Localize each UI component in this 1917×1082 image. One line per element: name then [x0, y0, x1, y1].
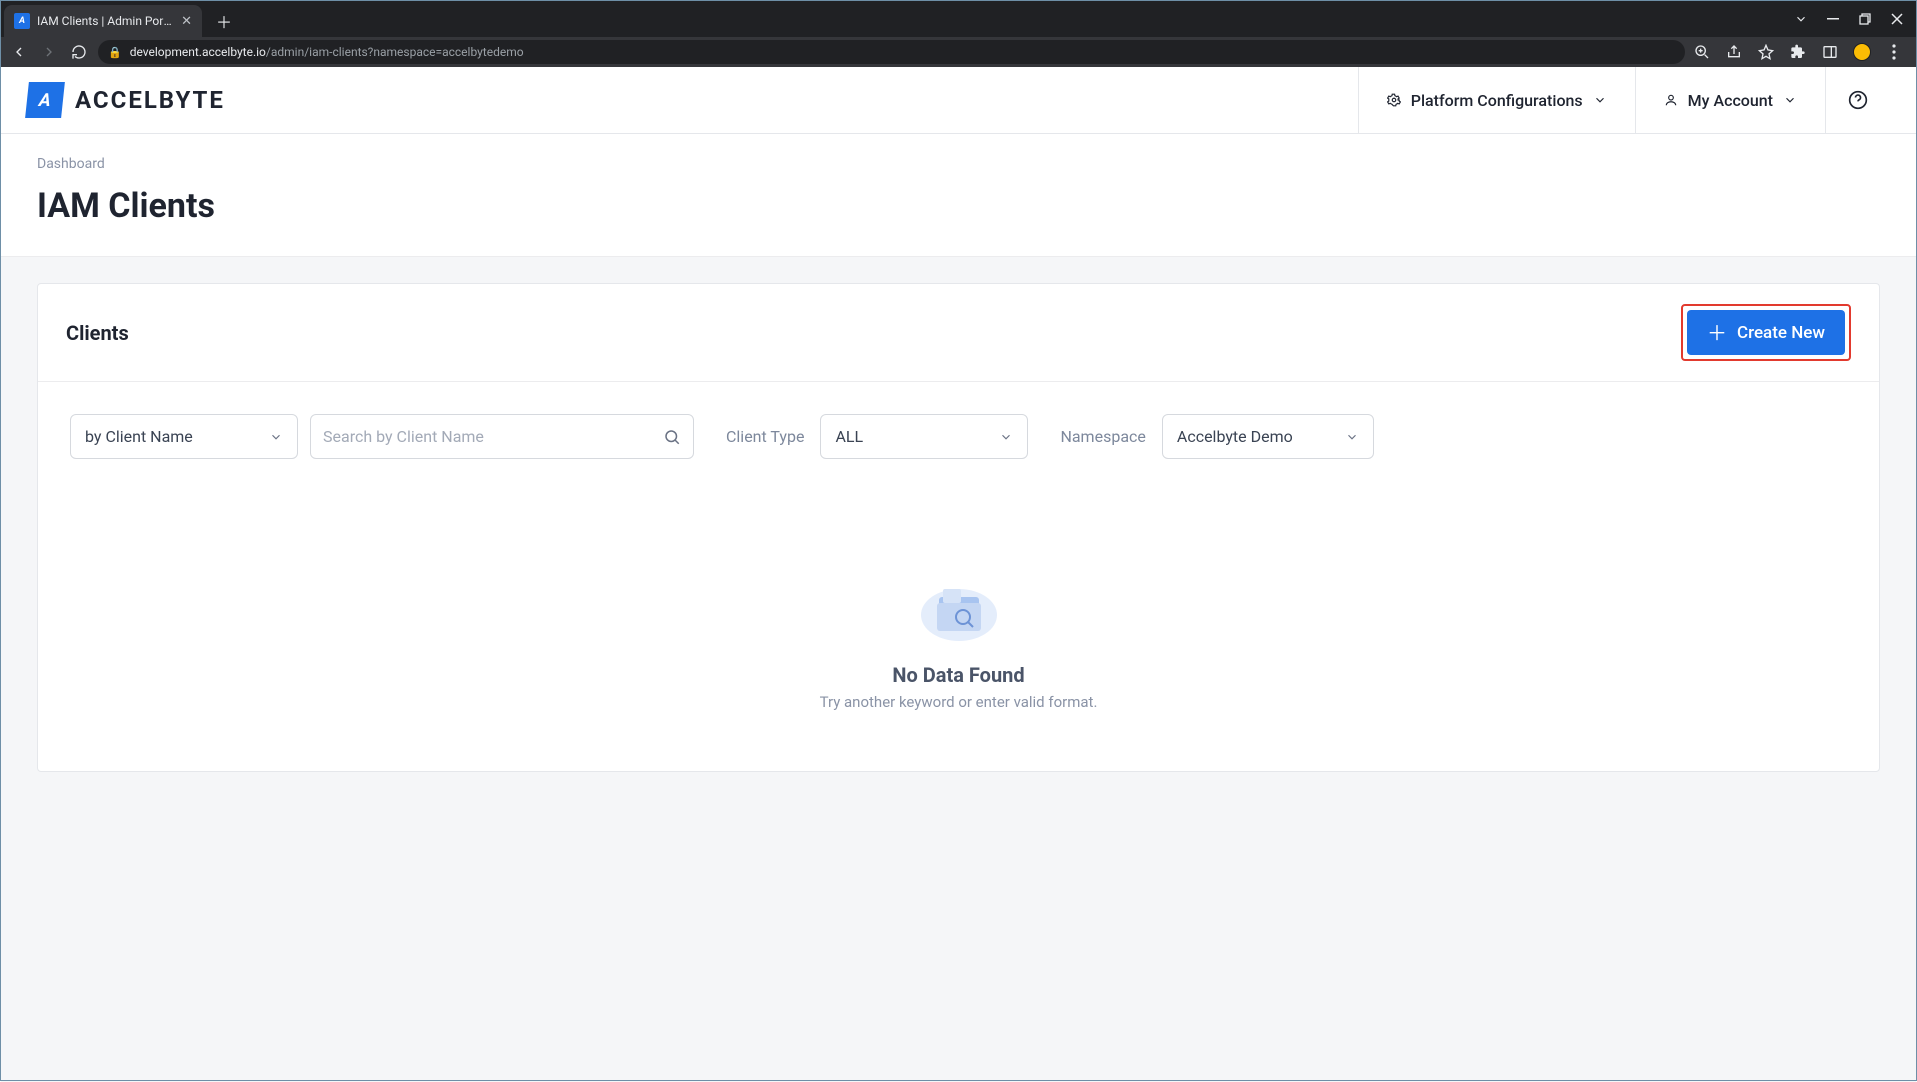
create-new-button[interactable]: ＋ Create New [1687, 310, 1845, 355]
help-button[interactable] [1825, 67, 1890, 134]
platform-configurations-menu[interactable]: Platform Configurations [1358, 67, 1635, 134]
share-icon[interactable] [1725, 43, 1743, 61]
page-viewport: A ACCELBYTE Platform Configurations My A… [1, 67, 1916, 1080]
my-account-label: My Account [1688, 91, 1773, 110]
brand[interactable]: A ACCELBYTE [27, 82, 225, 118]
chevron-down-icon [1345, 430, 1359, 444]
kebab-menu-icon[interactable] [1885, 43, 1903, 61]
annotation-highlight: ＋ Create New [1681, 304, 1851, 361]
empty-title: No Data Found [892, 663, 1024, 687]
browser-toolbar: 🔒 development.accelbyte.io/admin/iam-cli… [0, 37, 1917, 67]
namespace-value: Accelbyte Demo [1177, 427, 1293, 446]
search-input[interactable] [323, 427, 655, 446]
card-header: Clients ＋ Create New [38, 284, 1879, 382]
namespace-label: Namespace [1060, 427, 1145, 446]
search-icon[interactable] [663, 428, 681, 446]
chevron-down-icon [1593, 93, 1607, 107]
search-input-wrap [310, 414, 694, 459]
chevron-down-icon [999, 430, 1013, 444]
chevron-down-icon [1783, 93, 1797, 107]
clients-card: Clients ＋ Create New by Client Name [37, 283, 1880, 772]
empty-state: No Data Found Try another keyword or ent… [38, 459, 1879, 771]
my-account-menu[interactable]: My Account [1635, 67, 1825, 134]
client-type-label: Client Type [726, 427, 804, 446]
create-new-label: Create New [1737, 323, 1825, 343]
window-controls [1785, 0, 1913, 37]
search-by-value: by Client Name [85, 427, 193, 446]
card-title: Clients [66, 321, 129, 345]
reload-button[interactable] [68, 41, 90, 63]
brand-wordmark: ACCELBYTE [75, 86, 225, 114]
chevron-down-icon [269, 430, 283, 444]
platform-config-label: Platform Configurations [1411, 91, 1583, 110]
toolbar-right-icons [1693, 43, 1909, 61]
chevron-down-icon[interactable] [1785, 0, 1817, 37]
extensions-icon[interactable] [1789, 43, 1807, 61]
zoom-icon[interactable] [1693, 43, 1711, 61]
star-icon[interactable] [1757, 43, 1775, 61]
tab-title: IAM Clients | Admin Portal [37, 14, 174, 28]
lock-icon: 🔒 [108, 46, 122, 59]
back-button[interactable] [8, 41, 30, 63]
user-icon [1664, 93, 1678, 107]
filters-row: by Client Name Client Type ALL Namespace… [38, 382, 1879, 459]
body-area: Clients ＋ Create New by Client Name [1, 257, 1916, 1082]
new-tab-button[interactable]: ＋ [210, 7, 238, 35]
search-by-select[interactable]: by Client Name [70, 414, 298, 459]
empty-folder-icon [919, 579, 999, 645]
page-title: IAM Clients [37, 186, 1880, 226]
browser-tab-active[interactable]: A IAM Clients | Admin Portal ✕ [4, 5, 202, 37]
client-type-select[interactable]: ALL [820, 414, 1028, 459]
address-bar[interactable]: 🔒 development.accelbyte.io/admin/iam-cli… [98, 40, 1685, 64]
empty-subtitle: Try another keyword or enter valid forma… [820, 693, 1098, 711]
sub-header: Dashboard IAM Clients [1, 134, 1916, 257]
window-minimize-icon[interactable] [1817, 0, 1849, 37]
side-panel-icon[interactable] [1821, 43, 1839, 61]
brand-logo-icon: A [25, 82, 65, 118]
url-text: development.accelbyte.io/admin/iam-clien… [130, 45, 524, 59]
profile-avatar[interactable] [1853, 43, 1871, 61]
window-close-icon[interactable] [1881, 0, 1913, 37]
forward-button[interactable] [38, 41, 60, 63]
gear-icon [1387, 93, 1401, 107]
close-icon[interactable]: ✕ [181, 14, 192, 29]
plus-icon: ＋ [1707, 323, 1727, 343]
browser-tabstrip: A IAM Clients | Admin Portal ✕ ＋ [0, 0, 1917, 37]
tab-favicon: A [14, 13, 30, 29]
namespace-select[interactable]: Accelbyte Demo [1162, 414, 1374, 459]
help-icon [1848, 90, 1868, 110]
app-header: A ACCELBYTE Platform Configurations My A… [1, 67, 1916, 134]
client-type-value: ALL [835, 427, 863, 446]
breadcrumb[interactable]: Dashboard [37, 156, 1880, 172]
window-maximize-icon[interactable] [1849, 0, 1881, 37]
